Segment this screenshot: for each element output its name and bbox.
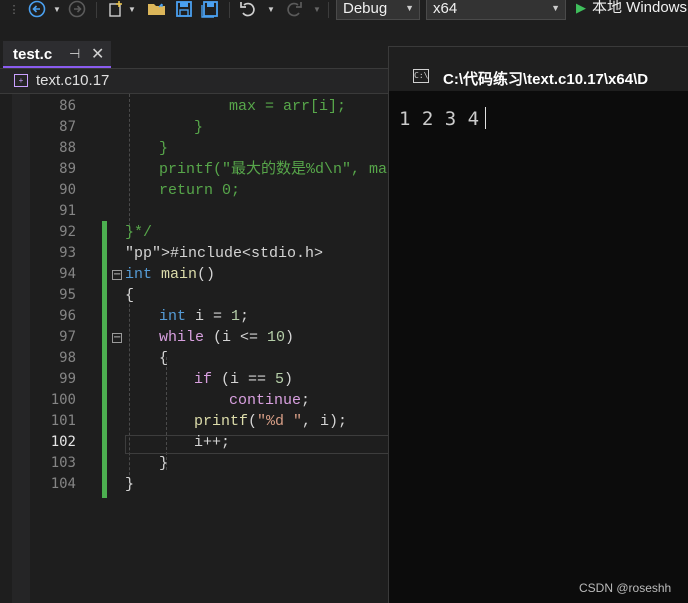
code-text: } xyxy=(125,476,135,493)
code-editor[interactable]: − − 86 max = arr[i]; 87} 88} 89 printf("最大的数是… xyxy=(0,94,396,603)
code-text: int i = 1; xyxy=(159,308,250,325)
line-number: 98 xyxy=(59,350,76,366)
back-icon[interactable] xyxy=(26,0,48,18)
code-text: printf("最大的数是%d\n", max xyxy=(159,161,397,178)
code-text: } xyxy=(159,455,169,472)
play-icon: ▶ xyxy=(576,0,586,15)
code-line[interactable]: 93 "pp">#include<stdio.h> xyxy=(0,243,390,264)
redo-icon[interactable] xyxy=(283,0,305,18)
line-number: 89 xyxy=(59,161,76,177)
pin-icon[interactable]: ⊣ xyxy=(69,46,80,62)
project-icon: + xyxy=(14,74,28,87)
line-number: 100 xyxy=(50,392,76,408)
code-line[interactable]: 87} xyxy=(0,117,390,138)
console-output-text: 1 2 3 4 xyxy=(399,108,480,130)
line-number: 96 xyxy=(59,308,76,324)
configuration-dropdown[interactable]: Debug ▼ xyxy=(336,0,420,20)
code-text: while (i <= 10) xyxy=(159,329,295,346)
console-title: C:\代码练习\text.c10.17\x64\D xyxy=(443,71,649,88)
toolbar-separator xyxy=(96,2,97,18)
code-text: if (i == 5) xyxy=(194,371,294,388)
save-icon[interactable] xyxy=(173,0,195,18)
configuration-value: Debug xyxy=(343,0,388,17)
line-number: 104 xyxy=(50,476,76,492)
code-line[interactable]: 100 continue; xyxy=(0,390,390,411)
console-title-bar[interactable]: C:\ C:\代码练习\text.c10.17\x64\D xyxy=(389,47,688,91)
project-scope-label: text.c10.17 xyxy=(36,72,110,89)
toolbar-separator xyxy=(229,2,230,18)
code-line[interactable]: 86 max = arr[i]; xyxy=(0,96,390,117)
code-text: }*/ xyxy=(125,224,153,241)
code-line[interactable]: 104} xyxy=(0,474,390,495)
line-number: 101 xyxy=(50,413,76,429)
line-number: 87 xyxy=(59,119,76,135)
chevron-down-icon: ▼ xyxy=(551,3,560,13)
close-icon[interactable]: ✕ xyxy=(91,44,104,64)
debug-console-window[interactable]: C:\ C:\代码练习\text.c10.17\x64\D 1 2 3 4 xyxy=(388,46,688,603)
code-text: printf("%d ", i); xyxy=(194,413,348,430)
chevron-down-icon: ▼ xyxy=(405,3,414,13)
code-line[interactable]: 95 { xyxy=(0,285,390,306)
line-number: 92 xyxy=(59,224,76,240)
open-folder-icon[interactable] xyxy=(146,0,168,18)
code-line[interactable]: 96 int i = 1; xyxy=(0,306,390,327)
code-line[interactable]: 99 if (i == 5) xyxy=(0,369,390,390)
code-text: int main() xyxy=(125,266,216,283)
toolbar: ⋮ ▼ ▼ ▼ ▼ Debug ▼ x64 ▼ ▶ 本地 Windows xyxy=(0,0,688,20)
line-number: 102 xyxy=(50,434,76,450)
console-output: 1 2 3 4 xyxy=(399,107,487,130)
run-label: 本地 Windows xyxy=(592,0,688,16)
code-text: i++; xyxy=(194,434,231,451)
code-text: continue; xyxy=(229,392,311,409)
tab-title: test.c xyxy=(13,46,53,63)
line-number: 94 xyxy=(59,266,76,282)
new-dropdown-icon[interactable]: ▼ xyxy=(128,0,136,18)
line-number: 97 xyxy=(59,329,76,345)
undo-icon[interactable] xyxy=(237,0,259,18)
cursor-caret xyxy=(485,107,487,129)
new-project-icon[interactable] xyxy=(106,0,126,18)
line-number: 93 xyxy=(59,245,76,261)
code-line[interactable]: 89 printf("最大的数是%d\n", max xyxy=(0,159,396,180)
code-line[interactable]: 90 return 0; xyxy=(0,180,390,201)
code-line[interactable]: 94 int main() xyxy=(0,264,390,285)
line-number: 103 xyxy=(50,455,76,471)
line-number: 95 xyxy=(59,287,76,303)
code-line[interactable]: 92 }*/ xyxy=(0,222,390,243)
back-dropdown-icon[interactable]: ▼ xyxy=(52,0,62,18)
navigation-bar[interactable]: + text.c10.17 xyxy=(0,68,390,94)
code-line[interactable]: 103} xyxy=(0,453,390,474)
platform-dropdown[interactable]: x64 ▼ xyxy=(426,0,566,20)
code-text: } xyxy=(194,119,204,136)
code-line[interactable]: 88} xyxy=(0,138,390,159)
code-text: "pp">#include<stdio.h> xyxy=(125,245,324,262)
code-text: max = arr[i]; xyxy=(229,98,347,115)
watermark: CSDN @roseshh xyxy=(579,581,672,595)
code-line[interactable]: 91 xyxy=(0,201,390,222)
line-number: 99 xyxy=(59,371,76,387)
line-number: 90 xyxy=(59,182,76,198)
code-line[interactable]: 97 while (i <= 10) xyxy=(0,327,390,348)
forward-icon[interactable] xyxy=(66,0,88,18)
code-text: } xyxy=(159,140,169,157)
code-line[interactable]: 98 { xyxy=(0,348,390,369)
code-text: return 0; xyxy=(159,182,241,199)
console-icon: C:\ xyxy=(413,69,429,83)
line-number: 91 xyxy=(59,203,76,219)
toolbar-grip-icon: ⋮ xyxy=(8,3,20,16)
document-tab-strip: test.c ⊣ ✕ xyxy=(0,40,390,68)
code-text: { xyxy=(125,287,135,304)
platform-value: x64 xyxy=(433,0,458,17)
redo-dropdown-icon[interactable]: ▼ xyxy=(312,0,322,18)
save-all-icon[interactable] xyxy=(199,0,221,18)
code-text: { xyxy=(159,350,169,367)
tab-test-c[interactable]: test.c ⊣ ✕ xyxy=(3,41,111,68)
line-number: 88 xyxy=(59,140,76,156)
toolbar-separator xyxy=(328,2,329,18)
run-debugger-button[interactable]: ▶ 本地 Windows xyxy=(576,0,687,20)
code-line[interactable]: 102 i++; xyxy=(0,432,390,453)
line-number: 86 xyxy=(59,98,76,114)
undo-dropdown-icon[interactable]: ▼ xyxy=(266,0,276,18)
code-line[interactable]: 101 printf("%d ", i); xyxy=(0,411,390,432)
